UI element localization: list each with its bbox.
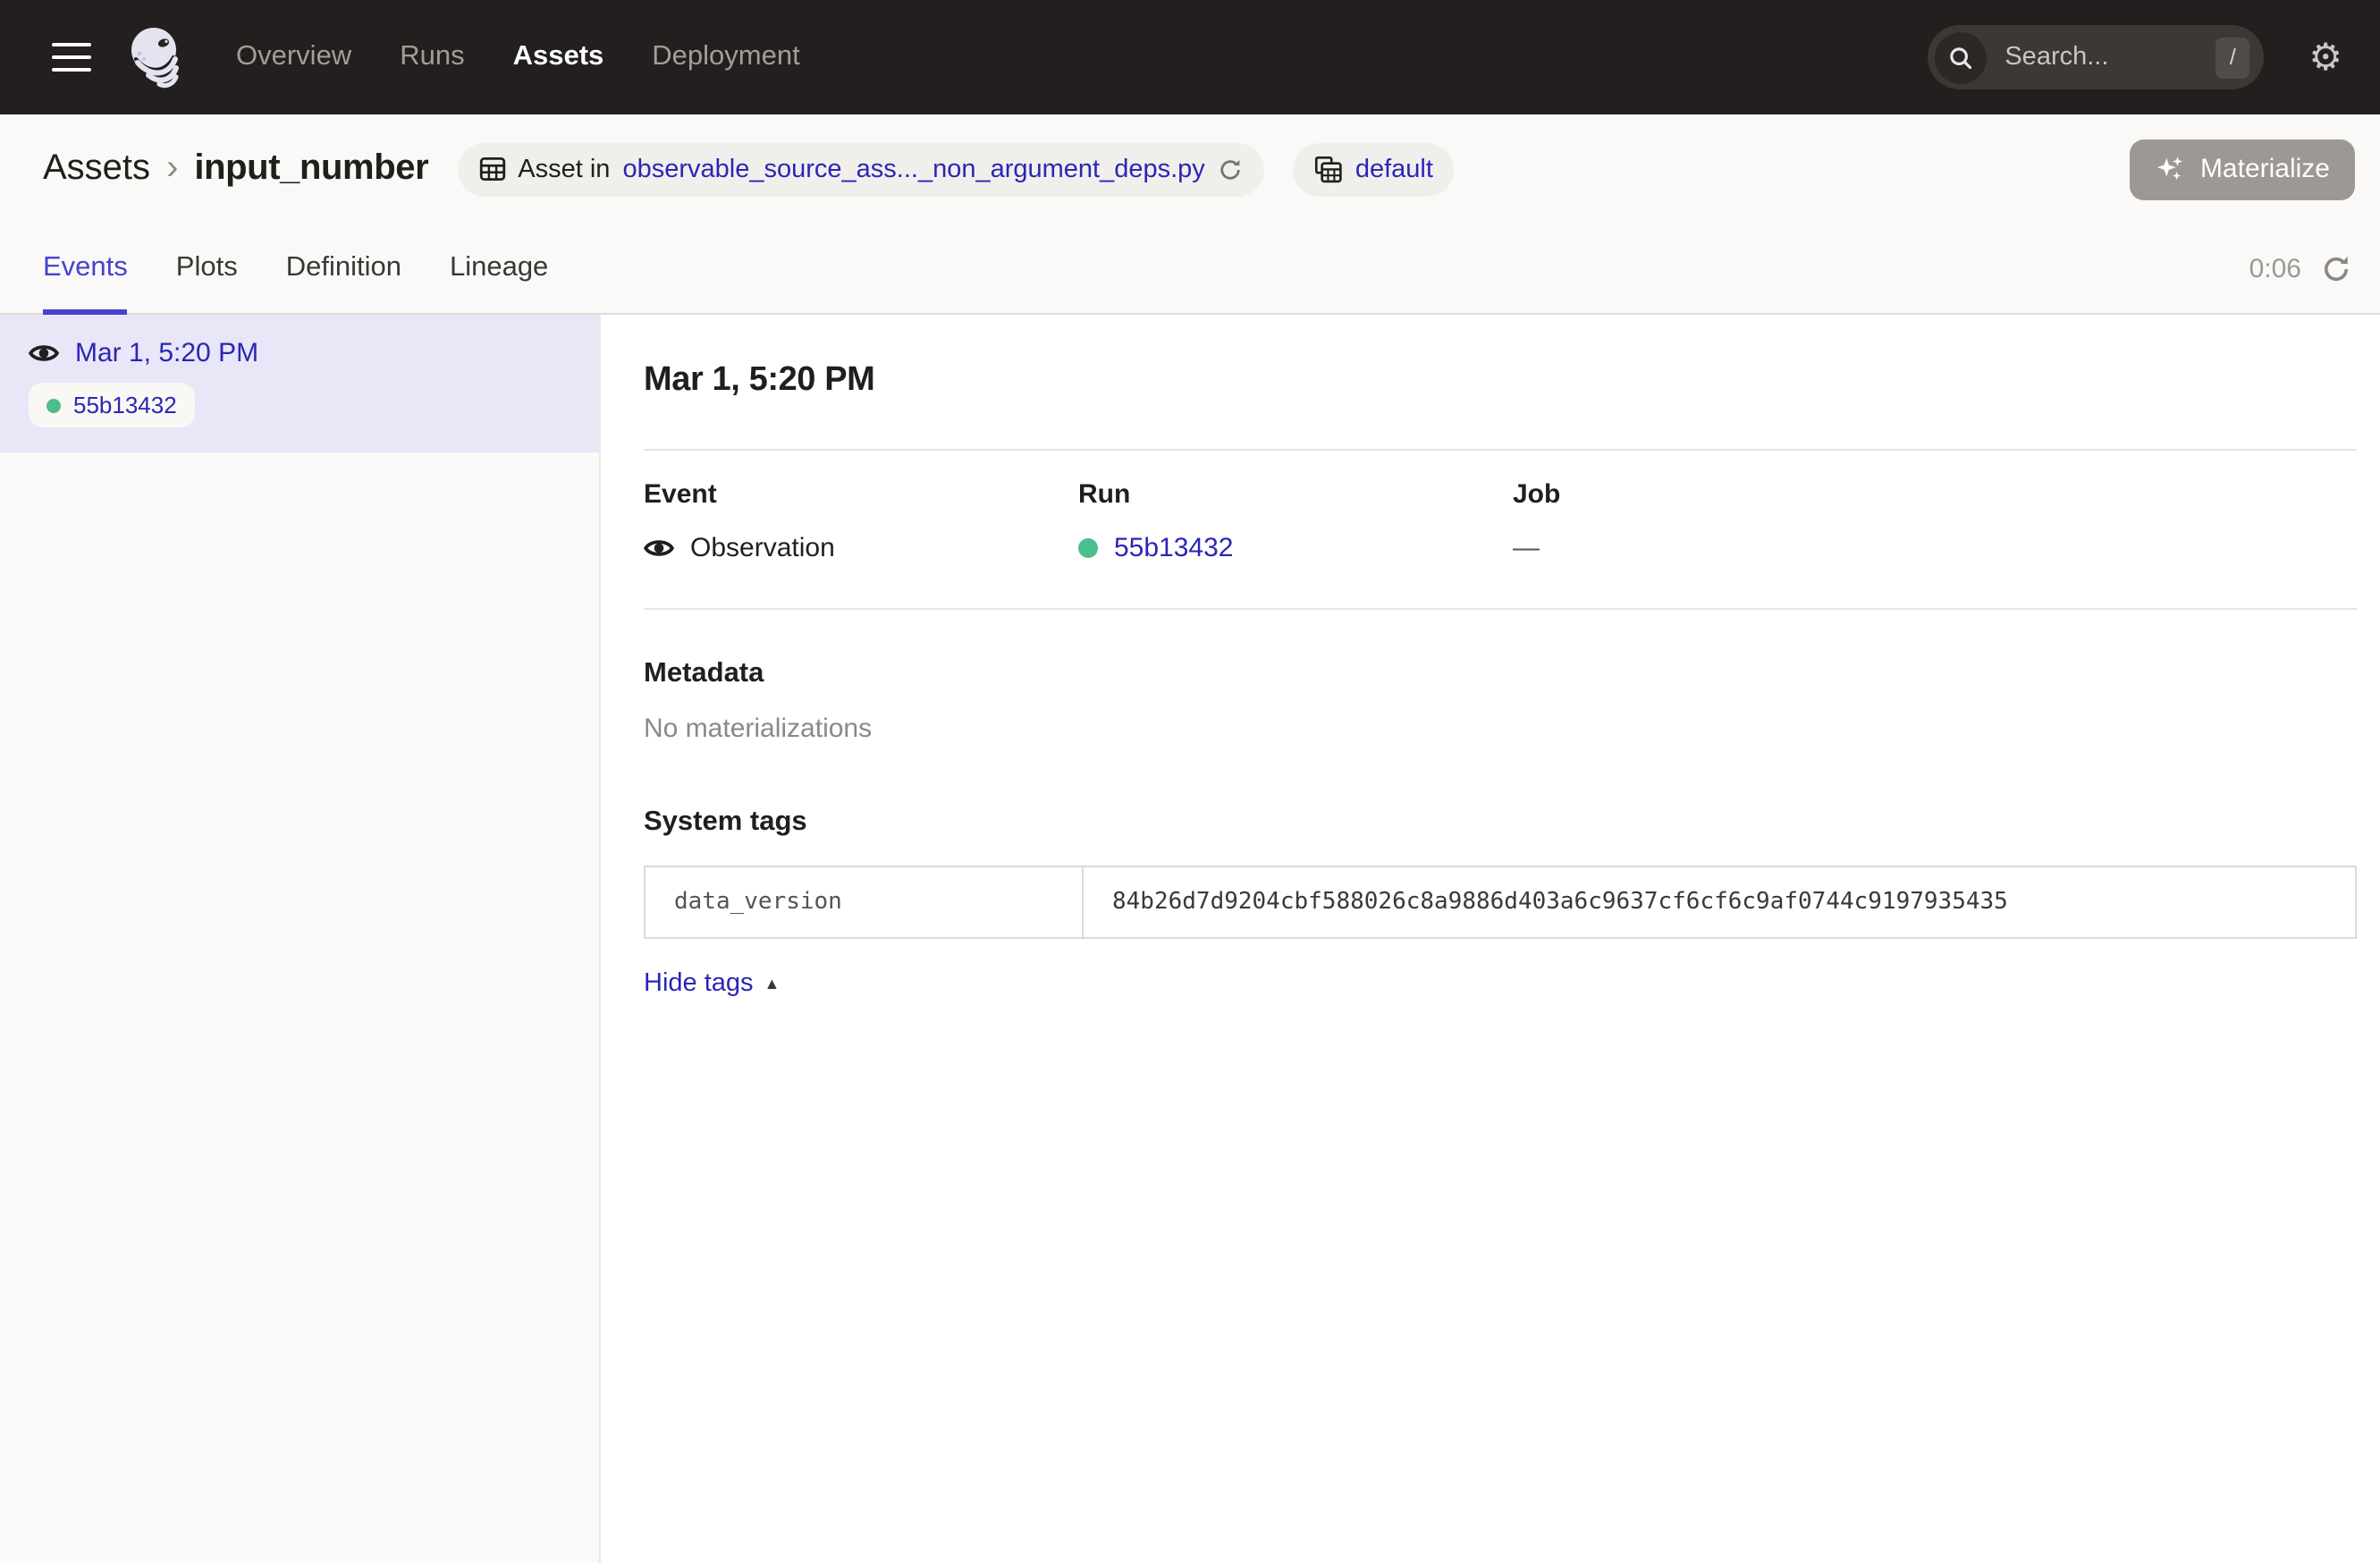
chevron-right-icon: › [166,148,178,190]
nav-item-assets[interactable]: Assets [513,41,604,73]
refresh-icon[interactable] [2321,253,2351,283]
event-list-item[interactable]: Mar 1, 5:20 PM 55b13432 [0,315,599,452]
caret-up-icon: ▲ [764,975,781,993]
top-navbar: Overview Runs Assets Deployment / ⚙ [0,0,2380,114]
nav-item-deployment[interactable]: Deployment [652,41,799,73]
event-column: Event Observation [644,479,1078,563]
run-status-dot [1078,538,1098,558]
nav-item-runs[interactable]: Runs [400,41,464,73]
job-column: Job — [1513,479,1947,563]
dagster-logo [125,25,190,89]
run-id-link[interactable]: 55b13432 [1114,533,1234,563]
page-title: input_number [194,148,428,190]
event-timestamp: Mar 1, 5:20 PM [75,338,258,368]
events-sidebar: Mar 1, 5:20 PM 55b13432 [0,315,601,1563]
metadata-empty-text: No materializations [644,714,2357,744]
search-icon [1935,31,1987,83]
refresh-area: 0:06 [2249,224,2351,313]
run-column: Run 55b13432 [1078,479,1513,563]
hide-tags-label: Hide tags [644,969,754,998]
tab-definition[interactable]: Definition [286,224,401,313]
event-summary-row: Event Observation Run [644,479,2357,563]
job-column-label: Job [1513,479,1947,510]
run-status-dot [46,398,61,412]
event-column-label: Event [644,479,1078,510]
breadcrumb-assets-link[interactable]: Assets [43,148,150,190]
tag-value-cell: 84b26d7d9204cbf588026c8a9886d403a6c9637c… [1084,867,2355,937]
materialize-button[interactable]: Materialize [2131,139,2355,199]
job-empty-value: — [1513,533,1540,563]
slash-shortcut-badge: / [2215,37,2249,78]
event-detail-title: Mar 1, 5:20 PM [644,361,2357,401]
materialize-label: Materialize [2200,154,2330,184]
tab-plots[interactable]: Plots [176,224,238,313]
asset-group-link[interactable]: default [1355,155,1433,183]
run-id-label: 55b13432 [73,392,177,418]
reload-icon[interactable] [1218,156,1243,182]
hide-tags-link[interactable]: Hide tags ▲ [644,969,780,998]
eye-icon [644,533,674,563]
eye-icon [29,338,59,368]
content: Mar 1, 5:20 PM 55b13432 Mar 1, 5:20 PM E… [0,315,2380,1563]
asset-group-pill[interactable]: default [1293,142,1455,196]
app: Overview Runs Assets Deployment / ⚙ Asse… [0,0,2380,1563]
search-box[interactable]: / [1928,25,2264,89]
event-detail-panel: Mar 1, 5:20 PM Event Observation [601,315,2380,1563]
run-id-badge[interactable]: 55b13432 [29,383,195,427]
page-header: Assets › input_number Asset in observabl… [0,114,2380,224]
run-column-label: Run [1078,479,1513,510]
search-input[interactable] [2001,41,2215,73]
sparkle-icon [2156,154,2186,184]
menu-icon[interactable] [45,35,98,80]
asset-definition-link[interactable]: observable_source_ass..._non_argument_de… [622,155,1204,183]
nav-item-overview[interactable]: Overview [236,41,351,73]
event-type-value: Observation [690,533,835,563]
system-tags-table: data_version 84b26d7d9204cbf588026c8a988… [644,866,2357,939]
asset-group-icon [1314,155,1343,183]
gear-icon[interactable]: ⚙ [2308,38,2342,76]
table-icon [478,156,505,182]
tab-lineage[interactable]: Lineage [450,224,548,313]
refresh-countdown: 0:06 [2249,253,2301,283]
asset-location-pill: Asset in observable_source_ass..._non_ar… [457,142,1264,196]
tabs-bar: Events Plots Definition Lineage 0:06 [0,224,2380,315]
navbar-right: / ⚙ [1928,25,2342,89]
asset-location-prefix: Asset in [518,155,610,183]
system-tags-heading: System tags [644,807,2357,839]
metadata-heading: Metadata [644,658,2357,690]
tab-events[interactable]: Events [43,224,128,313]
tag-key-cell: data_version [646,867,1084,937]
primary-nav: Overview Runs Assets Deployment [236,41,800,73]
